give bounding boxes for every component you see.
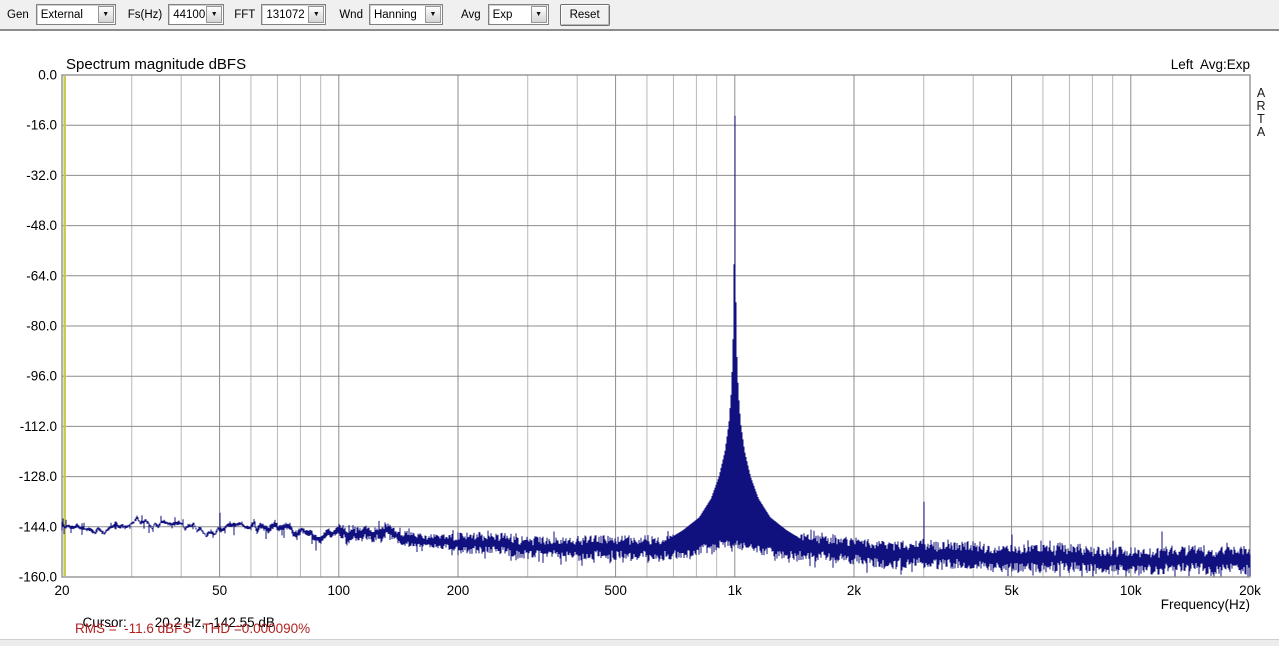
- svg-text:-96.0: -96.0: [26, 369, 57, 384]
- svg-text:-112.0: -112.0: [20, 419, 57, 434]
- arta-logo: A R T A: [1254, 87, 1268, 139]
- svg-text:5k: 5k: [1004, 583, 1019, 598]
- arta-letter: A: [1254, 126, 1268, 139]
- chart-title: Spectrum magnitude dBFS: [66, 56, 246, 73]
- svg-text:200: 200: [447, 583, 470, 598]
- x-axis-title: Frequency(Hz): [1161, 597, 1250, 612]
- svg-text:-160.0: -160.0: [19, 570, 57, 585]
- svg-text:-80.0: -80.0: [26, 319, 57, 334]
- svg-text:20: 20: [54, 583, 69, 598]
- svg-text:1k: 1k: [728, 583, 743, 598]
- svg-text:-16.0: -16.0: [26, 118, 57, 133]
- svg-text:50: 50: [212, 583, 227, 598]
- svg-text:100: 100: [328, 583, 351, 598]
- svg-text:500: 500: [604, 583, 627, 598]
- spectrum-plot[interactable]: 0.0 -16.0 -32.0 -48.0 -64.0 -80.0 -96.0 -112.0 -…: [0, 0, 1279, 645]
- svg-text:-32.0: -32.0: [26, 168, 57, 183]
- rms-thd-readout: RMS = -11.6 dBFS THD =0.000090%: [75, 621, 310, 636]
- channel-avg-info: Left Avg:Exp: [1171, 57, 1250, 72]
- svg-text:-64.0: -64.0: [26, 268, 57, 283]
- svg-text:20k: 20k: [1239, 583, 1261, 598]
- grid: [62, 75, 1250, 577]
- svg-text:10k: 10k: [1120, 583, 1142, 598]
- axis-tick-labels: 0.0 -16.0 -32.0 -48.0 -64.0 -80.0 -96.0 -112.0 -…: [19, 68, 1261, 599]
- svg-text:-48.0: -48.0: [26, 218, 57, 233]
- svg-text:2k: 2k: [847, 583, 862, 598]
- svg-text:0.0: 0.0: [38, 68, 57, 83]
- svg-text:-144.0: -144.0: [19, 519, 57, 534]
- svg-text:-128.0: -128.0: [19, 469, 57, 484]
- spectrum-trace: [62, 116, 1250, 577]
